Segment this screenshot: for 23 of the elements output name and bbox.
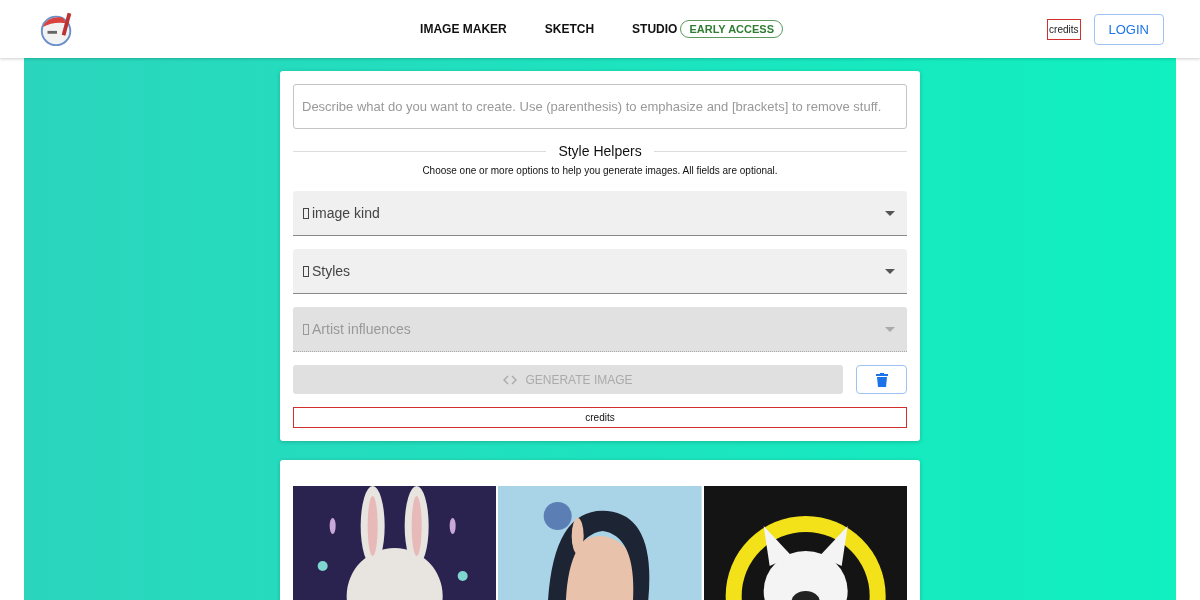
nav-link[interactable]: IMAGE MAKER <box>420 22 507 36</box>
select-field[interactable]: image kind <box>293 191 907 236</box>
glyph-box-icon <box>303 207 309 219</box>
section-title: Style Helpers <box>558 143 642 159</box>
dropdown-caret-icon <box>885 268 895 274</box>
credits-label: credits <box>1047 18 1081 40</box>
dropdown-caret-icon <box>885 326 895 332</box>
hint-text: Choose one or more options to help you generate images. All fields are optional. <box>421 165 779 176</box>
delete-button[interactable] <box>856 365 907 394</box>
select-label: Styles <box>312 263 352 279</box>
nav-link[interactable]: SKETCH <box>544 22 595 36</box>
glyph-box-icon <box>303 323 309 335</box>
select-field[interactable]: Styles <box>293 249 907 294</box>
dropdown-caret-icon <box>885 210 895 216</box>
login-button[interactable]: LOGIN <box>1093 13 1164 45</box>
credits-label: credits <box>293 407 907 428</box>
code-icon <box>503 374 518 385</box>
glyph-box-icon <box>303 265 309 277</box>
select-label: Artist influences <box>312 321 412 337</box>
nav-link[interactable]: STUDIO <box>632 22 678 36</box>
select-label: image kind <box>312 205 381 221</box>
prompt-field[interactable]: Describe what do you want to create. Use (parenthesis) to emphasize and [brackets] to remove stuff. <box>293 84 907 129</box>
trash-icon <box>875 372 888 387</box>
